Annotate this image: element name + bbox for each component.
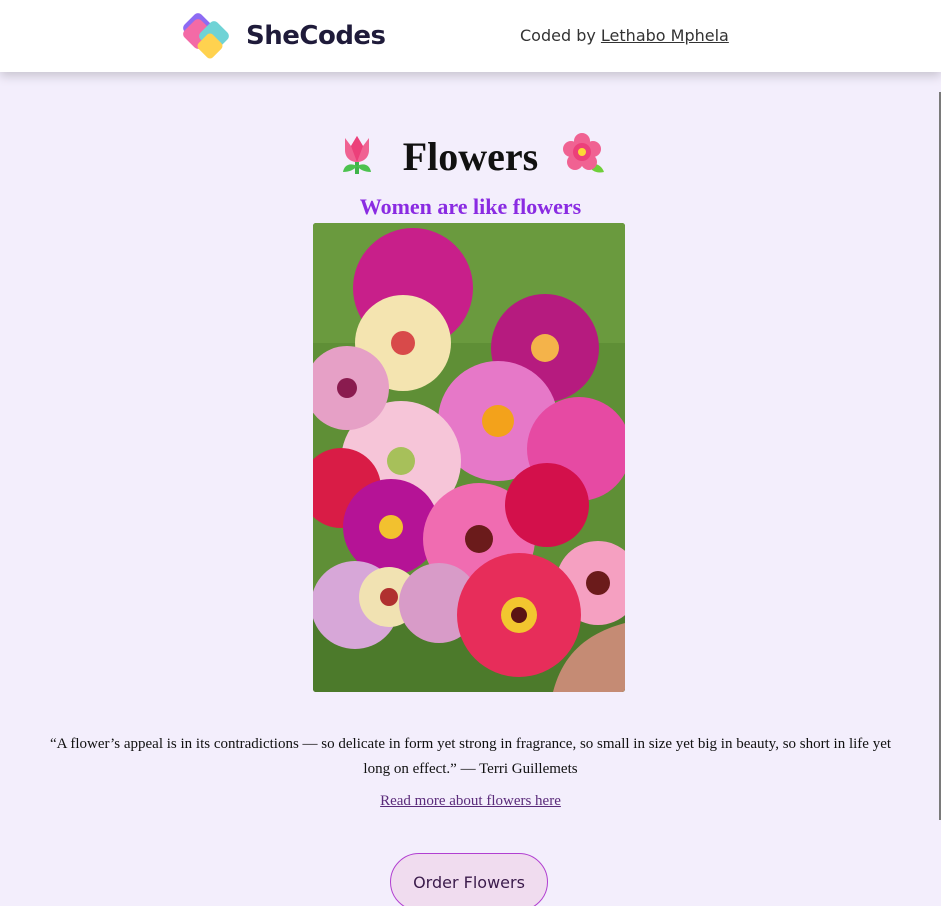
coded-by-prefix: Coded by — [520, 26, 596, 45]
flower-bouquet-illustration — [313, 223, 625, 692]
title-text: Flowers — [402, 133, 539, 179]
read-more-container: Read more about flowers here — [0, 793, 941, 810]
order-flowers-button[interactable]: Order Flowers — [390, 853, 548, 906]
flower-bouquet-photo — [313, 223, 625, 692]
author-link[interactable]: Lethabo Mphela — [601, 26, 729, 45]
coded-by-credit: Coded by Lethabo Mphela — [520, 26, 729, 45]
page-title: Flowers — [0, 129, 941, 185]
tulip-icon — [342, 135, 371, 174]
flower-quote: “A flower’s appeal is in its contradicti… — [12, 732, 929, 782]
logo-wordmark: SheCodes — [246, 21, 386, 51]
read-more-link[interactable]: Read more about flowers here — [380, 793, 561, 809]
quote-line-2: long on effect.” — Terri Guillemets — [363, 761, 578, 777]
page-subtitle: Women are like flowers — [359, 194, 582, 220]
shecodes-logo[interactable]: SheCodes — [180, 8, 386, 64]
site-header: SheCodes Coded by Lethabo Mphela — [0, 0, 941, 72]
shecodes-logo-icon — [183, 13, 229, 59]
quote-line-1: “A flower’s appeal is in its contradicti… — [49, 736, 892, 752]
hibiscus-icon — [563, 132, 605, 173]
